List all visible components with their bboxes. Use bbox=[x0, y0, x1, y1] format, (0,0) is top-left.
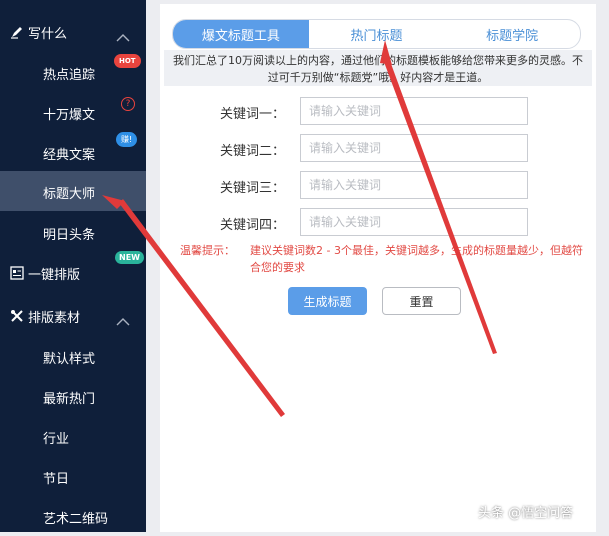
sidebar-item-art-qrcode[interactable]: 艺术二维码 bbox=[0, 496, 146, 536]
keyword-4-input[interactable] bbox=[300, 208, 528, 236]
sidebar-item-label: 节日 bbox=[43, 472, 70, 487]
sidebar-item-label: 热点追踪 bbox=[43, 68, 96, 83]
sidebar-item-title-master[interactable]: 标题大师 bbox=[0, 171, 146, 211]
notice-text: 我们汇总了10万阅读以上的内容，通过他们的标题模板能够给您带来更多的灵感。不过可… bbox=[173, 54, 583, 84]
hot-badge: HOT bbox=[114, 54, 141, 68]
sidebar-item-label: 明日头条 bbox=[43, 228, 96, 243]
tab-bar: 爆文标题工具 热门标题 标题学院 bbox=[172, 19, 581, 49]
sidebar-item-label: 行业 bbox=[43, 432, 70, 447]
sidebar-item-label: 最新热门 bbox=[43, 392, 96, 407]
sidebar-item-tomorrow-headline[interactable]: 明日头条 bbox=[0, 212, 146, 252]
watermark: 头条 @悟空问答 bbox=[478, 506, 574, 521]
sidebar-item-viral-articles[interactable]: 十万爆文 ? bbox=[0, 92, 146, 132]
sidebar-section-label: 一键排版 bbox=[28, 267, 81, 283]
sidebar-section-write[interactable]: 写什么 bbox=[0, 12, 146, 52]
keyword-2-label: 关键词二： bbox=[220, 144, 286, 159]
tools-icon bbox=[9, 308, 25, 324]
sidebar-item-hot-tracking[interactable]: 热点追踪 HOT bbox=[0, 52, 146, 92]
keyword-2-input[interactable] bbox=[300, 134, 528, 162]
earn-badge: 赚! bbox=[116, 132, 138, 147]
sidebar-section-label: 写什么 bbox=[28, 26, 68, 42]
tip-text: 建议关键词数2 - 3个最佳，关键词越多，生成的标题量越少，但越符合您的要求 bbox=[250, 244, 583, 274]
sidebar-section-label: 排版素材 bbox=[28, 310, 81, 326]
chevron-up-icon[interactable] bbox=[116, 311, 130, 330]
new-badge: NEW bbox=[115, 251, 144, 264]
notice-box: 我们汇总了10万阅读以上的内容，通过他们的标题模板能够给您带来更多的灵感。不过可… bbox=[164, 50, 592, 86]
keyword-4-label: 关键词四： bbox=[220, 218, 286, 233]
keyword-1-input[interactable] bbox=[300, 97, 528, 125]
pen-icon bbox=[9, 24, 25, 40]
generate-title-button[interactable]: 生成标题 bbox=[288, 287, 367, 315]
sidebar-item-industry[interactable]: 行业 bbox=[0, 416, 146, 456]
sidebar-item-label: 十万爆文 bbox=[43, 108, 96, 123]
sidebar-item-label: 标题大师 bbox=[43, 187, 96, 202]
sidebar-section-one-click-layout[interactable]: 一键排版 NEW bbox=[0, 251, 146, 293]
tab-title-academy[interactable]: 标题学院 bbox=[444, 20, 580, 48]
keyword-3-label: 关键词三： bbox=[220, 181, 286, 196]
reset-button[interactable]: 重置 bbox=[382, 287, 461, 315]
keyword-3-input[interactable] bbox=[300, 171, 528, 199]
sidebar-item-label: 默认样式 bbox=[43, 352, 96, 367]
keyword-1-label: 关键词一： bbox=[220, 107, 286, 122]
help-badge: ? bbox=[121, 97, 135, 111]
tip-label: 温馨提示： bbox=[180, 244, 235, 257]
tab-hot-titles[interactable]: 热门标题 bbox=[309, 20, 445, 48]
sidebar-item-label: 艺术二维码 bbox=[43, 512, 109, 527]
sidebar-item-default-style[interactable]: 默认样式 bbox=[0, 336, 146, 376]
sidebar-section-materials[interactable]: 排版素材 bbox=[0, 296, 146, 336]
chevron-up-icon[interactable] bbox=[116, 27, 130, 46]
sidebar-item-classic-copy[interactable]: 经典文案 赚! bbox=[0, 132, 146, 172]
tab-viral-title-tool[interactable]: 爆文标题工具 bbox=[173, 20, 309, 48]
sidebar-item-latest-hot[interactable]: 最新热门 bbox=[0, 376, 146, 416]
layout-icon bbox=[9, 265, 25, 281]
sidebar: 写什么 热点追踪 HOT 十万爆文 ? 经典文案 赚! 标题大师 明日头条 一键… bbox=[0, 0, 146, 532]
sidebar-item-holiday[interactable]: 节日 bbox=[0, 456, 146, 496]
sidebar-item-label: 经典文案 bbox=[43, 148, 96, 163]
